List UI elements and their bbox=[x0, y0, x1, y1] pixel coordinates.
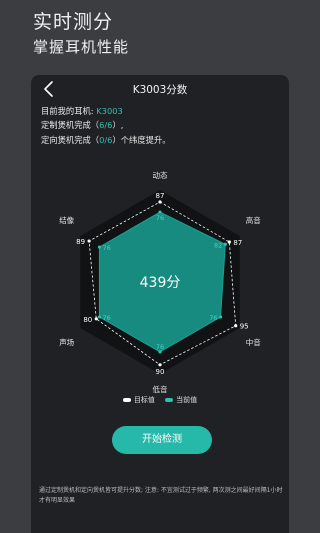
axis-label-0: 动态 bbox=[153, 170, 168, 180]
legend-current-label: 当前值 bbox=[176, 396, 198, 404]
page-subtitle: 掌握耳机性能 bbox=[33, 38, 130, 56]
current-value-label: 76 bbox=[209, 314, 217, 322]
earphone-label: 目前我的耳机: bbox=[41, 106, 97, 116]
directed-progress-label: 定向煲机完成（ bbox=[41, 134, 100, 145]
earphone-row: 目前我的耳机: K3003 bbox=[41, 104, 171, 118]
directed-progress-row: 定向煲机完成（0/6）个纬度提升。 bbox=[41, 133, 171, 147]
legend-current-swatch bbox=[165, 398, 174, 402]
hint-note: 通过定制煲机和定向煲机皆可提升分数; 注意: 不宜测试过于频繁, 两次测之间最好… bbox=[39, 487, 283, 504]
axis-label-5: 结像 bbox=[59, 215, 74, 225]
current-point-2 bbox=[218, 315, 223, 319]
target-value-label: 87 bbox=[156, 192, 165, 200]
legend-target-label: 目标值 bbox=[133, 396, 155, 404]
target-value-label: 89 bbox=[76, 238, 85, 246]
current-point-1 bbox=[223, 242, 227, 246]
total-score: 439分 bbox=[140, 275, 181, 291]
radar-svg: 87 87 95 90 80 89 76 82 76 76 76 76 动态高音中音低音 声场 结像 439分 bbox=[59, 170, 261, 394]
axis-label-3: 低音 bbox=[153, 384, 168, 394]
target-value-label: 90 bbox=[156, 368, 165, 376]
legend-target-swatch bbox=[122, 398, 131, 402]
earphone-info: 目前我的耳机: K3003 定制煲机完成（6/6）, 定向煲机完成（0/6）个纬… bbox=[41, 104, 171, 147]
target-point-0 bbox=[158, 200, 162, 204]
legend-current: 当前值 bbox=[165, 395, 197, 405]
target-value-label: 87 bbox=[233, 239, 242, 247]
chart-legend: 目标值 当前值 bbox=[31, 395, 289, 405]
current-value-label: 82 bbox=[214, 241, 222, 249]
earphone-model: K3003 bbox=[96, 106, 123, 116]
custom-progress-suffix: ）, bbox=[112, 120, 124, 131]
target-value-label: 80 bbox=[83, 316, 92, 324]
current-value-label: 76 bbox=[156, 343, 164, 351]
target-point-4 bbox=[94, 317, 98, 321]
custom-progress-label: 定制煲机完成（ bbox=[41, 120, 100, 131]
radar-chart: 87 87 95 90 80 89 76 82 76 76 76 76 动态高音中音低音 声场 结像 439分 bbox=[31, 168, 289, 400]
target-value-label: 95 bbox=[240, 323, 249, 331]
current-value-label: 76 bbox=[102, 244, 110, 252]
page-header: 实时测分 掌握耳机性能 bbox=[33, 10, 129, 58]
axis-label-2: 中音 bbox=[246, 337, 261, 347]
directed-progress-value: 0/6 bbox=[99, 134, 113, 145]
legend-target: 目标值 bbox=[122, 395, 155, 405]
current-value-label: 76 bbox=[156, 214, 164, 222]
current-point-4 bbox=[97, 315, 102, 319]
start-test-button[interactable]: 开始检测 bbox=[112, 426, 212, 454]
card-topbar: K3003分数 bbox=[31, 75, 289, 103]
target-point-2 bbox=[234, 324, 238, 328]
target-point-1 bbox=[227, 240, 231, 244]
custom-progress-value: 6/6 bbox=[99, 120, 113, 131]
target-point-5 bbox=[87, 239, 91, 243]
current-value-label: 76 bbox=[102, 314, 110, 322]
current-point-5 bbox=[97, 245, 102, 249]
target-point-3 bbox=[158, 363, 162, 367]
directed-progress-suffix: ）个纬度提升。 bbox=[112, 134, 171, 145]
card-title: K3003分数 bbox=[132, 84, 188, 96]
score-card: K3003分数 目前我的耳机: K3003 定制煲机完成（6/6）, 定向煲机完… bbox=[31, 75, 289, 533]
axis-label-4: 声场 bbox=[59, 337, 74, 347]
custom-progress-row: 定制煲机完成（6/6）, bbox=[41, 118, 171, 132]
page-title: 实时测分 bbox=[33, 11, 114, 33]
axis-label-1: 高音 bbox=[246, 215, 261, 225]
